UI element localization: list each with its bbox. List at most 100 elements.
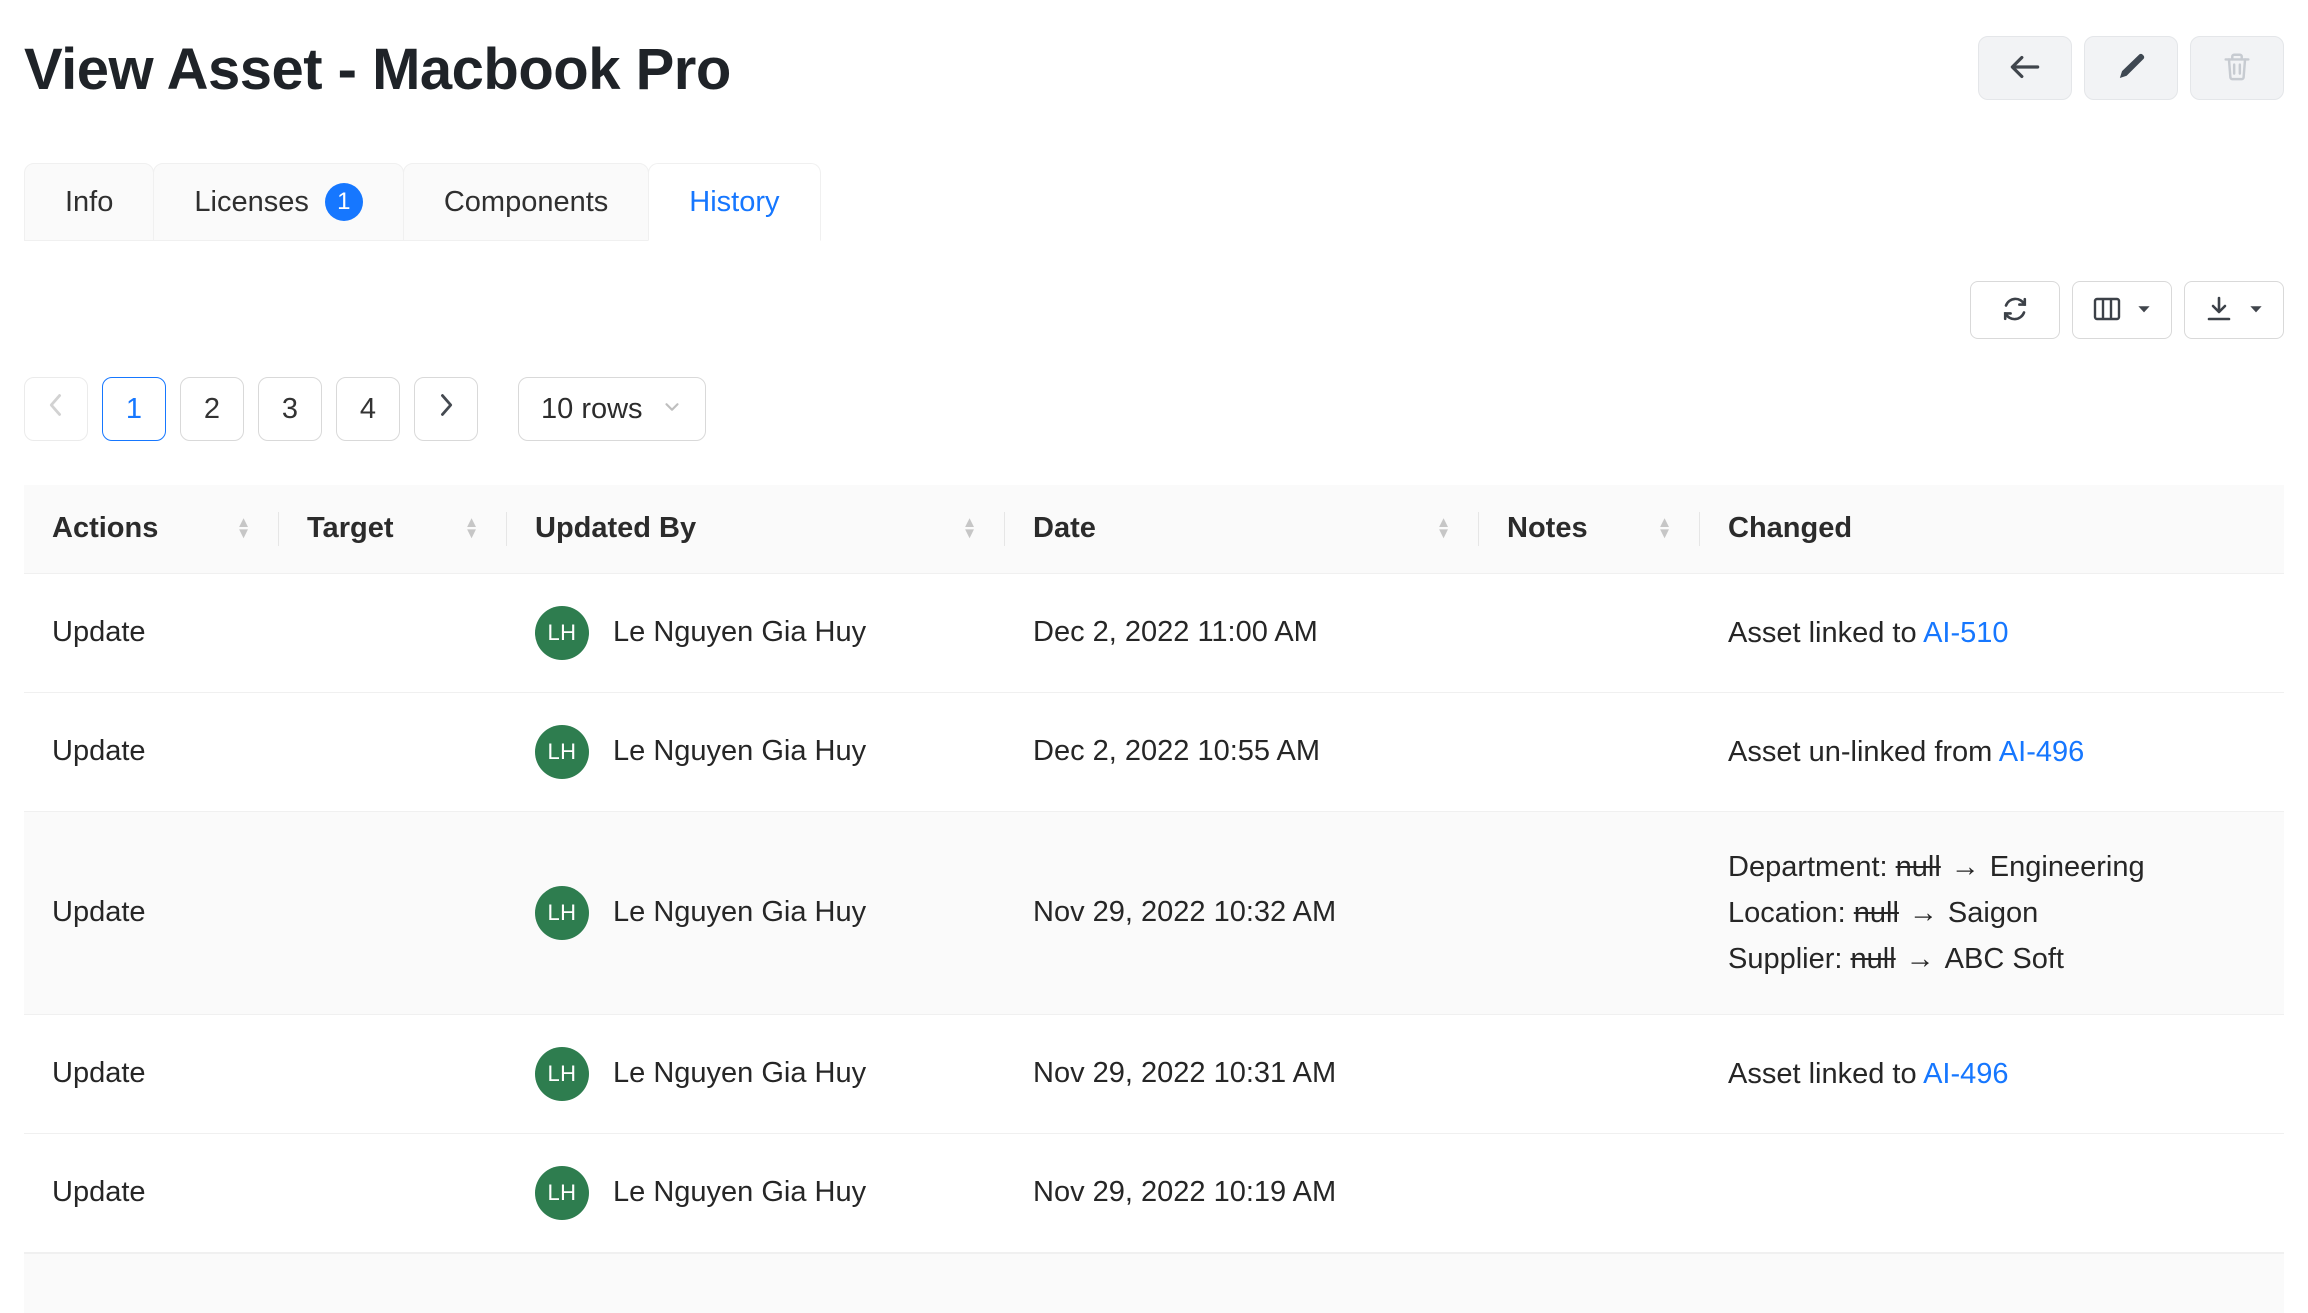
- history-table-wrap: Actions ▲▼ Target ▲▼ Updated By ▲▼ Date …: [24, 485, 2284, 1313]
- cell-target: [279, 811, 507, 1014]
- table-toolbar: [24, 281, 2284, 339]
- pagination-next-button[interactable]: [414, 377, 478, 441]
- columns-button[interactable]: [2072, 281, 2172, 339]
- avatar: LH: [535, 725, 589, 779]
- cell-date: Nov 29, 2022 10:32 AM: [1005, 811, 1479, 1014]
- table-columns-icon: [2091, 293, 2123, 328]
- column-header-actions[interactable]: Actions ▲▼: [24, 485, 279, 573]
- pagination-prev-button[interactable]: [24, 377, 88, 441]
- table-header-row: Actions ▲▼ Target ▲▼ Updated By ▲▼ Date …: [24, 485, 2284, 573]
- avatar: LH: [535, 606, 589, 660]
- sort-down-icon: ▼: [236, 529, 251, 540]
- sort-down-icon: ▼: [1657, 529, 1672, 540]
- column-header-notes[interactable]: Notes ▲▼: [1479, 485, 1700, 573]
- header-actions: [1978, 36, 2284, 100]
- pagination-page-button[interactable]: 4: [336, 377, 400, 441]
- tab-info[interactable]: Info: [24, 163, 154, 241]
- cell-target: [279, 573, 507, 692]
- cell-date: Nov 29, 2022 10:19 AM: [1005, 1133, 1479, 1252]
- avatar: LH: [535, 1047, 589, 1101]
- cell-action: Update: [24, 692, 279, 811]
- sort-down-icon: ▼: [1436, 529, 1451, 540]
- tab-label: Licenses: [194, 186, 308, 219]
- sort-icons[interactable]: ▲▼: [1436, 518, 1451, 540]
- column-header-label: Changed: [1728, 512, 1852, 545]
- cell-changed: [1700, 1133, 2284, 1252]
- cell-updated-by: LH Le Nguyen Gia Huy: [507, 1133, 1005, 1252]
- cell-updated-by: LH Le Nguyen Gia Huy: [507, 692, 1005, 811]
- change-arrow-icon: →: [1906, 943, 1935, 975]
- sort-icons[interactable]: ▲▼: [1657, 518, 1672, 540]
- column-header-changed: Changed: [1700, 485, 2284, 573]
- cell-changed: Asset linked to AI-496: [1700, 1014, 2284, 1133]
- rows-per-page-value: 10 rows: [541, 393, 643, 426]
- user-name: Le Nguyen Gia Huy: [613, 1057, 866, 1090]
- tab-label: History: [689, 186, 779, 219]
- refresh-button[interactable]: [1970, 281, 2060, 339]
- pagination: 1 2 3 4 10 rows: [24, 377, 2284, 441]
- page-title: View Asset - Macbook Pro: [24, 36, 731, 103]
- download-icon: [2203, 293, 2235, 328]
- user-name: Le Nguyen Gia Huy: [613, 616, 866, 649]
- edit-button[interactable]: [2084, 36, 2178, 100]
- cell-action: Update: [24, 1014, 279, 1133]
- cell-updated-by: LH Le Nguyen Gia Huy: [507, 811, 1005, 1014]
- back-button[interactable]: [1978, 36, 2072, 100]
- sort-icons[interactable]: ▲▼: [236, 518, 251, 540]
- pencil-icon: [2114, 50, 2148, 87]
- tab-components[interactable]: Components: [403, 163, 649, 241]
- pagination-page-button[interactable]: 1: [102, 377, 166, 441]
- tab-licenses[interactable]: Licenses 1: [153, 163, 403, 241]
- cell-updated-by: LH Le Nguyen Gia Huy: [507, 1014, 1005, 1133]
- column-header-target[interactable]: Target ▲▼: [279, 485, 507, 573]
- cell-notes: [1479, 1133, 1700, 1252]
- table-row: Update LH Le Nguyen Gia Huy Nov 29, 2022…: [24, 1014, 2284, 1133]
- view-asset-page: View Asset - Macbook Pro Info: [0, 0, 2308, 1313]
- caret-down-icon: [2135, 300, 2153, 321]
- column-header-label: Actions: [52, 512, 158, 545]
- change-arrow-icon: →: [1909, 897, 1938, 929]
- sort-icons[interactable]: ▲▼: [962, 518, 977, 540]
- cell-date: Dec 2, 2022 11:00 AM: [1005, 573, 1479, 692]
- change-arrow-icon: →: [1951, 851, 1980, 883]
- table-row: Update LH Le Nguyen Gia Huy Dec 2, 2022 …: [24, 573, 2284, 692]
- cell-action: Update: [24, 1133, 279, 1252]
- cell-target: [279, 692, 507, 811]
- tab-label: Info: [65, 186, 113, 219]
- trash-icon: [2220, 50, 2254, 87]
- asset-link[interactable]: AI-496: [1923, 1058, 2008, 1090]
- user-name: Le Nguyen Gia Huy: [613, 1176, 866, 1209]
- table-row: Update LH Le Nguyen Gia Huy Dec 2, 2022 …: [24, 692, 2284, 811]
- column-header-label: Date: [1033, 512, 1096, 545]
- table-body: Update LH Le Nguyen Gia Huy Dec 2, 2022 …: [24, 573, 2284, 1252]
- tab-label: Components: [444, 186, 608, 219]
- column-header-label: Target: [307, 512, 393, 545]
- tab-history[interactable]: History: [648, 163, 820, 241]
- select-caret-icon: [661, 393, 683, 426]
- sort-icons[interactable]: ▲▼: [464, 518, 479, 540]
- asset-link[interactable]: AI-496: [1999, 736, 2084, 768]
- cell-changed: Asset un-linked from AI-496: [1700, 692, 2284, 811]
- cell-notes: [1479, 692, 1700, 811]
- chevron-left-icon: [47, 392, 65, 426]
- cell-action: Update: [24, 573, 279, 692]
- chevron-right-icon: [437, 392, 455, 426]
- refresh-icon: [1999, 293, 2031, 328]
- column-header-date[interactable]: Date ▲▼: [1005, 485, 1479, 573]
- table-row: Update LH Le Nguyen Gia Huy Nov 29, 2022…: [24, 1133, 2284, 1252]
- tab-badge: 1: [325, 183, 363, 221]
- cell-notes: [1479, 1014, 1700, 1133]
- cell-date: Nov 29, 2022 10:31 AM: [1005, 1014, 1479, 1133]
- pagination-page-button[interactable]: 3: [258, 377, 322, 441]
- asset-link[interactable]: AI-510: [1923, 617, 2008, 649]
- rows-per-page-select[interactable]: 10 rows: [518, 377, 706, 441]
- column-header-updated-by[interactable]: Updated By ▲▼: [507, 485, 1005, 573]
- pagination-page-button[interactable]: 2: [180, 377, 244, 441]
- cell-changed: Asset linked to AI-510: [1700, 573, 2284, 692]
- cell-notes: [1479, 573, 1700, 692]
- cell-changed: Department: null→EngineeringLocation: nu…: [1700, 811, 2284, 1014]
- sort-down-icon: ▼: [962, 529, 977, 540]
- delete-button[interactable]: [2190, 36, 2284, 100]
- page-header: View Asset - Macbook Pro: [24, 28, 2284, 103]
- export-button[interactable]: [2184, 281, 2284, 339]
